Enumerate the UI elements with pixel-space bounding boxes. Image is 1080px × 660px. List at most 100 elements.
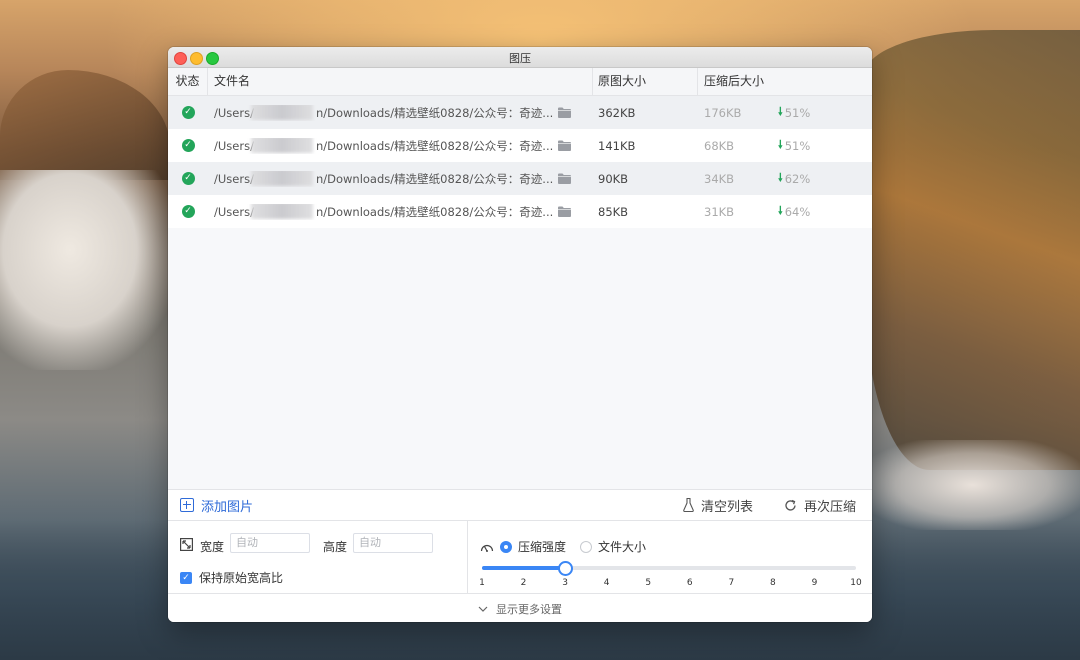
folder-icon[interactable] [558,107,571,118]
table-row[interactable]: ✓ /Users/n/Downloads/精选壁纸0828/公众号：奇迹... … [168,129,872,162]
checkbox-checked-icon: ✓ [180,571,192,584]
width-input[interactable]: 自动 [230,533,310,553]
success-check-icon: ✓ [181,205,195,218]
width-label: 宽度 [200,540,225,554]
slider-ticks: 1 2 3 4 5 6 7 8 9 10 [479,578,862,590]
wallpaper-cloud-right [865,440,1080,530]
path-prefix: /Users/ [214,138,254,153]
reduction-percent: 51% [784,138,811,153]
table-row[interactable]: ✓ /Users/n/Downloads/精选壁纸0828/公众号：奇迹... … [168,162,872,195]
recompress-label: 再次压缩 [804,499,857,515]
size-settings: 宽度 自动 高度 自动 ✓ 保持原始宽高比 [168,521,468,593]
add-images-button[interactable]: 添加图片 [180,496,253,515]
radio-filesize[interactable] [580,540,593,553]
compressed-size: 31KB [704,204,735,219]
header-status[interactable]: 状态 [168,68,208,95]
wallpaper-cloud-left [0,170,175,370]
reduction-percent: 62% [784,171,811,186]
original-size: 362KB [598,105,636,120]
redacted-username [251,203,313,219]
slider-tick-label: 10 [850,578,862,588]
show-more-label: 显示更多设置 [496,603,562,616]
slider-tick-label: 2 [520,578,527,588]
plus-square-icon [180,498,194,512]
refresh-icon [785,499,796,511]
folder-icon[interactable] [558,173,571,184]
slider-tick-label: 8 [770,578,776,588]
settings-panel: 宽度 自动 高度 自动 ✓ 保持原始宽高比 压缩强度 文件大小 1 2 3 4 5 6 7 8… [168,521,872,593]
success-check-icon: ✓ [181,139,195,152]
flask-icon [683,498,694,512]
title-bar: 图压 [168,47,872,68]
recompress-button[interactable]: 再次压缩 [784,496,856,515]
path-suffix: n/Downloads/精选壁纸0828/公众号：奇迹... [315,138,554,153]
compressed-size: 68KB [704,138,735,153]
path-prefix: /Users/ [214,171,254,186]
success-check-icon: ✓ [181,106,195,119]
table-header: 状态 文件名 原图大小 压缩后大小 [168,68,872,96]
clear-list-button[interactable]: 清空列表 [683,496,753,515]
redacted-username [251,170,313,186]
slider-fill [482,566,566,570]
compression-slider[interactable] [482,561,856,576]
folder-icon[interactable] [558,206,571,217]
arrow-down-icon: 🠗 [778,138,783,151]
wallpaper-hill [0,70,170,180]
app-window: 图压 状态 文件名 原图大小 压缩后大小 ✓ /Users/n/Download… [168,47,872,622]
original-size: 90KB [598,171,629,186]
original-size: 141KB [598,138,636,153]
strength-label: 压缩强度 [518,540,567,554]
height-input[interactable]: 自动 [353,533,433,553]
path-suffix: n/Downloads/精选壁纸0828/公众号：奇迹... [315,204,554,219]
show-more-settings-button[interactable]: 显示更多设置 [168,593,872,622]
file-path: /Users/n/Downloads/精选壁纸0828/公众号：奇迹... [208,203,593,220]
compressed-size: 34KB [704,171,735,186]
chevron-down-icon [478,606,488,612]
folder-icon[interactable] [558,140,571,151]
arrow-down-icon: 🠗 [778,171,783,184]
file-table: ✓ /Users/n/Downloads/精选壁纸0828/公众号：奇迹... … [168,96,872,489]
slider-thumb[interactable] [558,561,574,576]
header-compressed-size[interactable]: 压缩后大小 [698,68,764,95]
keep-ratio-label: 保持原始宽高比 [199,571,284,585]
path-prefix: /Users/ [214,204,254,219]
slider-tick-label: 7 [728,578,735,588]
gauge-icon [480,544,494,552]
slider-tick-label: 1 [479,578,485,588]
slider-tick-label: 3 [562,578,568,588]
compressed-size: 176KB [704,105,742,120]
arrow-down-icon: 🠗 [778,204,783,217]
add-images-label: 添加图片 [201,499,254,515]
keep-ratio-checkbox[interactable]: ✓ 保持原始宽高比 [180,569,283,586]
wallpaper-mountain [865,30,1080,470]
path-prefix: /Users/ [214,105,254,120]
filesize-label: 文件大小 [598,540,647,554]
reduction-percent: 64% [784,204,811,219]
reduction-percent: 51% [784,105,811,120]
resize-icon [180,538,193,551]
slider-tick-label: 6 [686,578,693,588]
file-path: /Users/n/Downloads/精选壁纸0828/公众号：奇迹... [208,104,593,121]
radio-strength[interactable] [500,540,512,553]
header-original-size[interactable]: 原图大小 [593,68,698,95]
file-path: /Users/n/Downloads/精选壁纸0828/公众号：奇迹... [208,137,593,154]
redacted-username [251,137,313,153]
redacted-username [251,104,313,120]
compression-settings: 压缩强度 文件大小 1 2 3 4 5 6 7 8 9 10 [468,521,872,593]
path-suffix: n/Downloads/精选壁纸0828/公众号：奇迹... [315,171,554,186]
table-row[interactable]: ✓ /Users/n/Downloads/精选壁纸0828/公众号：奇迹... … [168,195,872,228]
original-size: 85KB [598,204,629,219]
arrow-down-icon: 🠗 [778,105,783,118]
action-bar: 添加图片 清空列表 再次压缩 [168,489,872,521]
file-path: /Users/n/Downloads/精选壁纸0828/公众号：奇迹... [208,170,593,187]
path-suffix: n/Downloads/精选壁纸0828/公众号：奇迹... [315,105,554,120]
slider-tick-label: 9 [811,578,818,588]
height-label: 高度 [323,540,348,554]
window-title: 图压 [509,52,531,65]
header-filename[interactable]: 文件名 [208,68,593,95]
table-row[interactable]: ✓ /Users/n/Downloads/精选壁纸0828/公众号：奇迹... … [168,96,872,129]
slider-tick-label: 4 [603,578,610,588]
clear-list-label: 清空列表 [701,499,754,515]
slider-tick-label: 5 [645,578,652,588]
success-check-icon: ✓ [181,172,195,185]
